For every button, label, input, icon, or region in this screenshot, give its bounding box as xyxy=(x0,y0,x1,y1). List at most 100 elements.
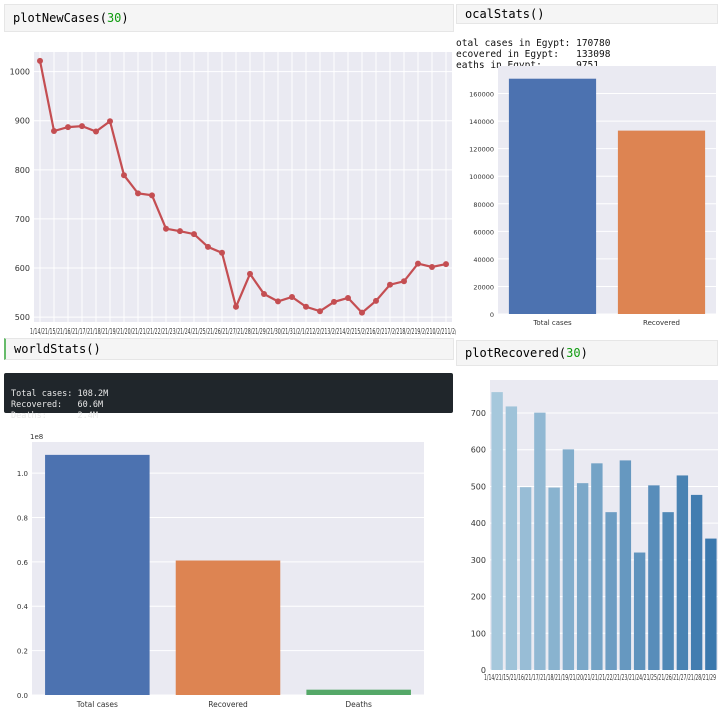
y-tick-label: 40000 xyxy=(473,256,494,264)
y-tick-label: 20000 xyxy=(473,283,494,291)
y-tick-label: 60000 xyxy=(473,228,494,236)
x-tick-label: Recovered xyxy=(208,700,248,709)
world-recovered-line: Recovered: 60.6M xyxy=(11,400,104,410)
data-point xyxy=(443,261,449,268)
y-tick-label: 160000 xyxy=(469,91,494,99)
y-tick-label: 0.2 xyxy=(17,648,28,656)
y-tick-label: 200 xyxy=(471,593,486,602)
data-point xyxy=(345,294,351,301)
code-cell-plot-recovered[interactable]: plotRecovered(30) xyxy=(456,340,718,366)
plot-area xyxy=(34,52,452,322)
function-name: worldStats xyxy=(14,342,87,356)
argument: 30 xyxy=(566,346,581,360)
function-name: plotNewCases xyxy=(13,11,100,25)
x-tick-labels: 1/14/21/15/21/16/21/17/21/18/21/19/21/20… xyxy=(30,327,456,336)
open-paren: ( xyxy=(99,11,107,25)
world-stats-output: Total cases: 108.2M Recovered: 60.6M Death… xyxy=(4,373,453,421)
y-tick-label: 1.0 xyxy=(17,470,28,478)
data-point xyxy=(219,249,225,256)
data-point xyxy=(429,264,435,271)
data-point xyxy=(303,303,309,310)
bar xyxy=(534,412,546,670)
close-paren: ) xyxy=(121,11,129,25)
local-recovered-line: ecovered in Egypt: 133098 xyxy=(456,49,611,60)
close-paren: ) xyxy=(580,346,588,360)
data-point xyxy=(191,231,197,238)
new-cases-line-chart: 500 600 700 800 900 1000 1/14/21/15/21/16/21/1… xyxy=(10,52,456,336)
data-point xyxy=(107,118,113,125)
y-tick-label: 600 xyxy=(15,264,30,273)
function-name: plotRecovered xyxy=(465,346,559,360)
recovered-bar-chart: 01002003004005006007001/14/21/15/21/16/2… xyxy=(471,380,718,682)
data-point xyxy=(401,278,407,285)
open-paren: ( xyxy=(530,7,538,21)
data-point xyxy=(177,228,183,235)
data-point xyxy=(261,291,267,298)
bar xyxy=(705,538,717,670)
bar xyxy=(505,406,518,670)
bar xyxy=(617,130,706,314)
y-tick-label: 1000 xyxy=(10,68,30,77)
data-point xyxy=(415,260,421,267)
bar xyxy=(676,475,689,670)
data-point xyxy=(317,308,323,315)
y-tick-label: 700 xyxy=(471,409,486,418)
open-paren: ( xyxy=(86,342,94,356)
open-paren: ( xyxy=(558,346,567,360)
y-tick-label: 0.4 xyxy=(17,603,29,611)
data-point xyxy=(359,309,365,316)
local-stats-bar-chart: 0 20000 40000 60000 80000 100000 120000 140000 1… xyxy=(469,66,716,327)
code-cell-world-stats[interactable]: worldStats() xyxy=(4,338,454,360)
bar xyxy=(306,689,411,695)
bar xyxy=(605,512,617,670)
y-tick-label: 800 xyxy=(15,166,30,175)
y-tick-label: 120000 xyxy=(469,146,494,154)
data-point xyxy=(247,270,253,277)
data-point xyxy=(135,190,141,197)
bar xyxy=(591,463,603,670)
y-tick-label: 140000 xyxy=(469,118,494,126)
bar xyxy=(562,449,575,670)
x-tick-labels: 1/14/21/15/21/16/21/17/21/18/21/19/21/20… xyxy=(484,673,716,682)
data-point xyxy=(37,57,43,64)
world-deaths-line: Deaths: 2.4M xyxy=(11,411,98,421)
y-tick-label: 100 xyxy=(471,629,486,638)
x-tick-label: Deaths xyxy=(345,700,372,709)
bar xyxy=(690,494,703,670)
bar xyxy=(648,485,660,670)
scale-label: 1e8 xyxy=(30,433,43,441)
bar xyxy=(619,460,632,670)
data-point xyxy=(121,172,127,179)
bar xyxy=(633,552,646,670)
code-cell-plot-new-cases[interactable]: plotNewCases(30) xyxy=(4,4,454,32)
data-point xyxy=(65,124,71,131)
close-paren: ) xyxy=(537,7,545,21)
bar xyxy=(45,454,150,695)
local-total-line: otal cases in Egypt: 170780 xyxy=(456,38,611,49)
data-point xyxy=(387,281,393,288)
y-tick-label: 80000 xyxy=(473,201,494,209)
data-point xyxy=(331,298,337,305)
bar xyxy=(548,487,560,670)
code-cell-local-stats[interactable]: ocalStats() xyxy=(456,4,718,24)
y-tick-label: 400 xyxy=(471,519,486,528)
data-point xyxy=(149,192,155,199)
y-tick-label: 0.0 xyxy=(17,692,28,700)
x-tick-label: Recovered xyxy=(643,319,680,327)
y-tick-label: 700 xyxy=(15,215,30,224)
bar xyxy=(576,483,589,670)
bar xyxy=(519,487,532,670)
bar xyxy=(175,560,281,695)
y-tick-label: 500 xyxy=(471,482,486,491)
data-point xyxy=(233,303,239,310)
world-total-line: Total cases: 108.2M xyxy=(11,389,109,399)
data-point xyxy=(51,128,57,135)
data-point xyxy=(205,243,211,250)
data-point xyxy=(275,298,281,305)
bar xyxy=(491,392,503,670)
y-tick-label: 0 xyxy=(490,311,494,319)
data-point xyxy=(373,297,379,304)
y-tick-label: 600 xyxy=(471,446,486,455)
y-tick-label: 100000 xyxy=(469,173,494,181)
data-point xyxy=(289,293,295,300)
